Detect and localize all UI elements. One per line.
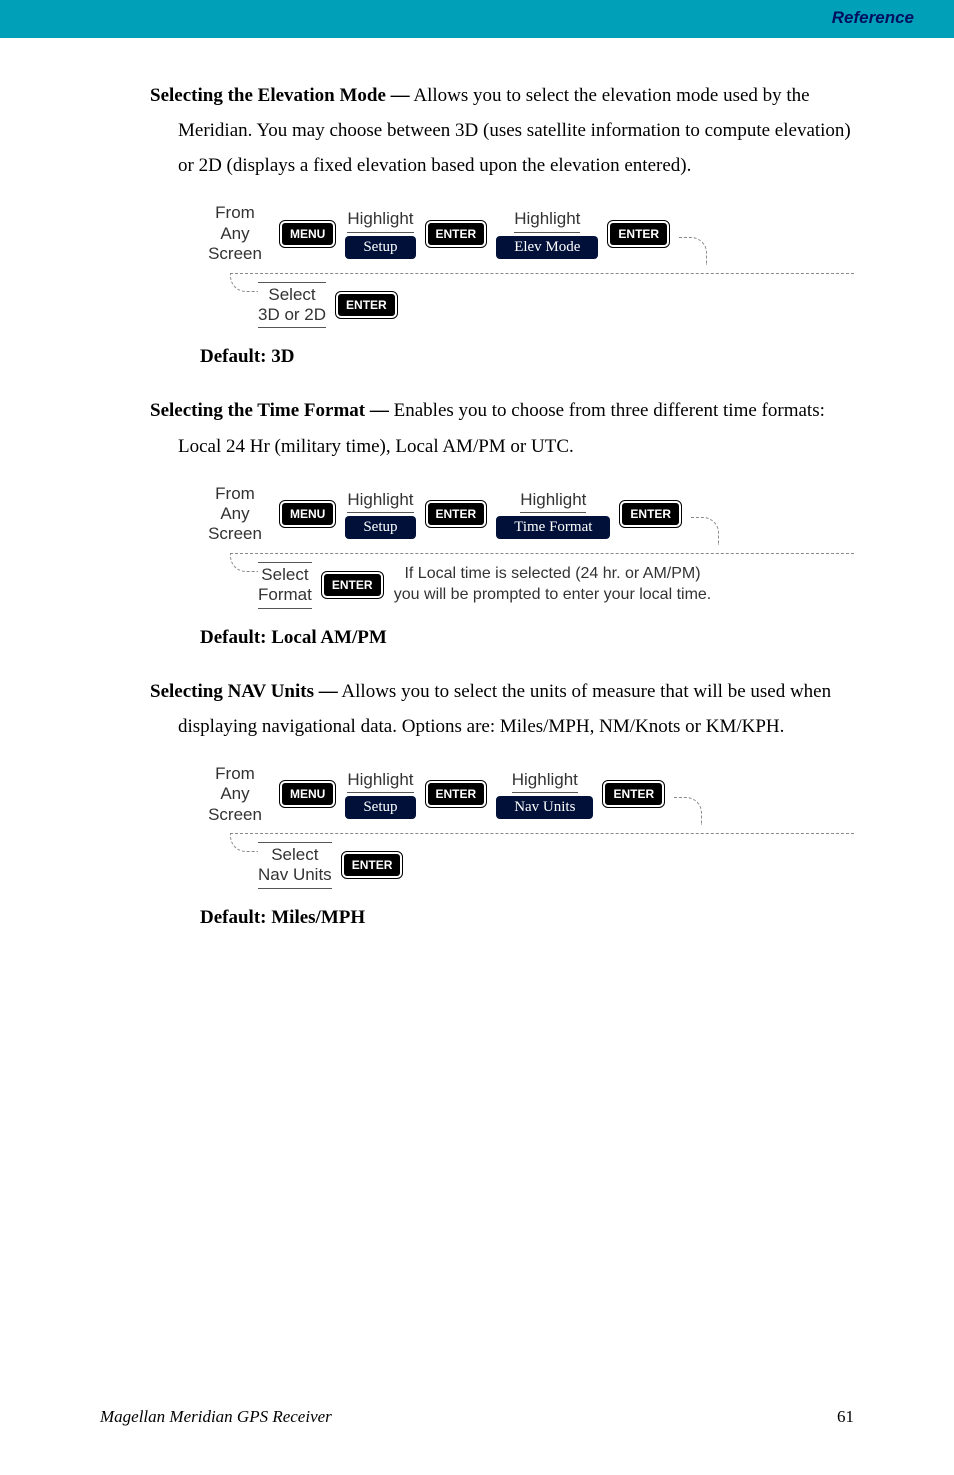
connector-line xyxy=(230,273,854,274)
default-3: Default: Miles/MPH xyxy=(200,907,854,929)
menu-button: MENU xyxy=(280,781,335,807)
connector-arc xyxy=(691,517,719,545)
connector-arc xyxy=(679,237,707,265)
section-2-title: Selecting the Time Format — xyxy=(150,400,389,421)
header-reference-label: Reference xyxy=(832,8,914,28)
section-3-title: Selecting NAV Units — xyxy=(150,681,338,702)
enter-button: ENTER xyxy=(322,572,383,598)
highlight-label: Highlight xyxy=(347,770,413,793)
connector-arc xyxy=(230,834,258,852)
from-any-screen: From Any Screen xyxy=(200,764,270,825)
connector-line xyxy=(230,833,854,834)
flow-diagram-3: From Any Screen MENU Highlight Setup ENT… xyxy=(200,764,854,889)
highlight-label: Highlight xyxy=(512,770,578,793)
page-footer: Magellan Meridian GPS Receiver 61 xyxy=(100,1407,854,1427)
from-any-screen: From Any Screen xyxy=(200,484,270,545)
setup-pill: Setup xyxy=(345,236,415,259)
menu-button: MENU xyxy=(280,221,335,247)
setup-pill: Setup xyxy=(345,516,415,539)
section-1-title: Selecting the Elevation Mode — xyxy=(150,85,410,106)
from-any-screen: From Any Screen xyxy=(200,203,270,264)
enter-button: ENTER xyxy=(342,852,403,878)
default-2: Default: Local AM/PM xyxy=(200,627,854,649)
highlight-label: Highlight xyxy=(347,209,413,232)
enter-button: ENTER xyxy=(426,221,487,247)
select-step: Select Nav Units xyxy=(258,842,332,889)
header-bar: Reference xyxy=(0,0,954,38)
page-content: Selecting the Elevation Mode — Allows yo… xyxy=(0,38,954,929)
connector-line xyxy=(230,553,854,554)
section-2-text: Selecting the Time Format — Enables you … xyxy=(150,393,854,463)
highlight-label: Highlight xyxy=(514,209,580,232)
select-step: Select 3D or 2D xyxy=(258,282,326,329)
connector-arc xyxy=(674,797,702,825)
enter-button: ENTER xyxy=(608,221,669,247)
enter-button: ENTER xyxy=(620,501,681,527)
nav-units-pill: Nav Units xyxy=(496,796,593,819)
section-1-text: Selecting the Elevation Mode — Allows yo… xyxy=(150,78,854,183)
enter-button: ENTER xyxy=(603,781,664,807)
section-3-text: Selecting NAV Units — Allows you to sele… xyxy=(150,674,854,744)
footer-title: Magellan Meridian GPS Receiver xyxy=(100,1407,332,1427)
enter-button: ENTER xyxy=(336,292,397,318)
highlight-label: Highlight xyxy=(347,490,413,513)
enter-button: ENTER xyxy=(426,781,487,807)
time-format-pill: Time Format xyxy=(496,516,610,539)
page-number: 61 xyxy=(837,1407,854,1427)
flow-diagram-2: From Any Screen MENU Highlight Setup ENT… xyxy=(200,484,854,609)
flow-diagram-1: From Any Screen MENU Highlight Setup ENT… xyxy=(200,203,854,328)
setup-pill: Setup xyxy=(345,796,415,819)
highlight-label: Highlight xyxy=(520,490,586,513)
select-step: Select Format xyxy=(258,562,312,609)
default-1: Default: 3D xyxy=(200,346,854,368)
elev-mode-pill: Elev Mode xyxy=(496,236,598,259)
flow-note: If Local time is selected (24 hr. or AM/… xyxy=(393,564,713,606)
menu-button: MENU xyxy=(280,501,335,527)
connector-arc xyxy=(230,274,258,292)
connector-arc xyxy=(230,554,258,572)
enter-button: ENTER xyxy=(426,501,487,527)
